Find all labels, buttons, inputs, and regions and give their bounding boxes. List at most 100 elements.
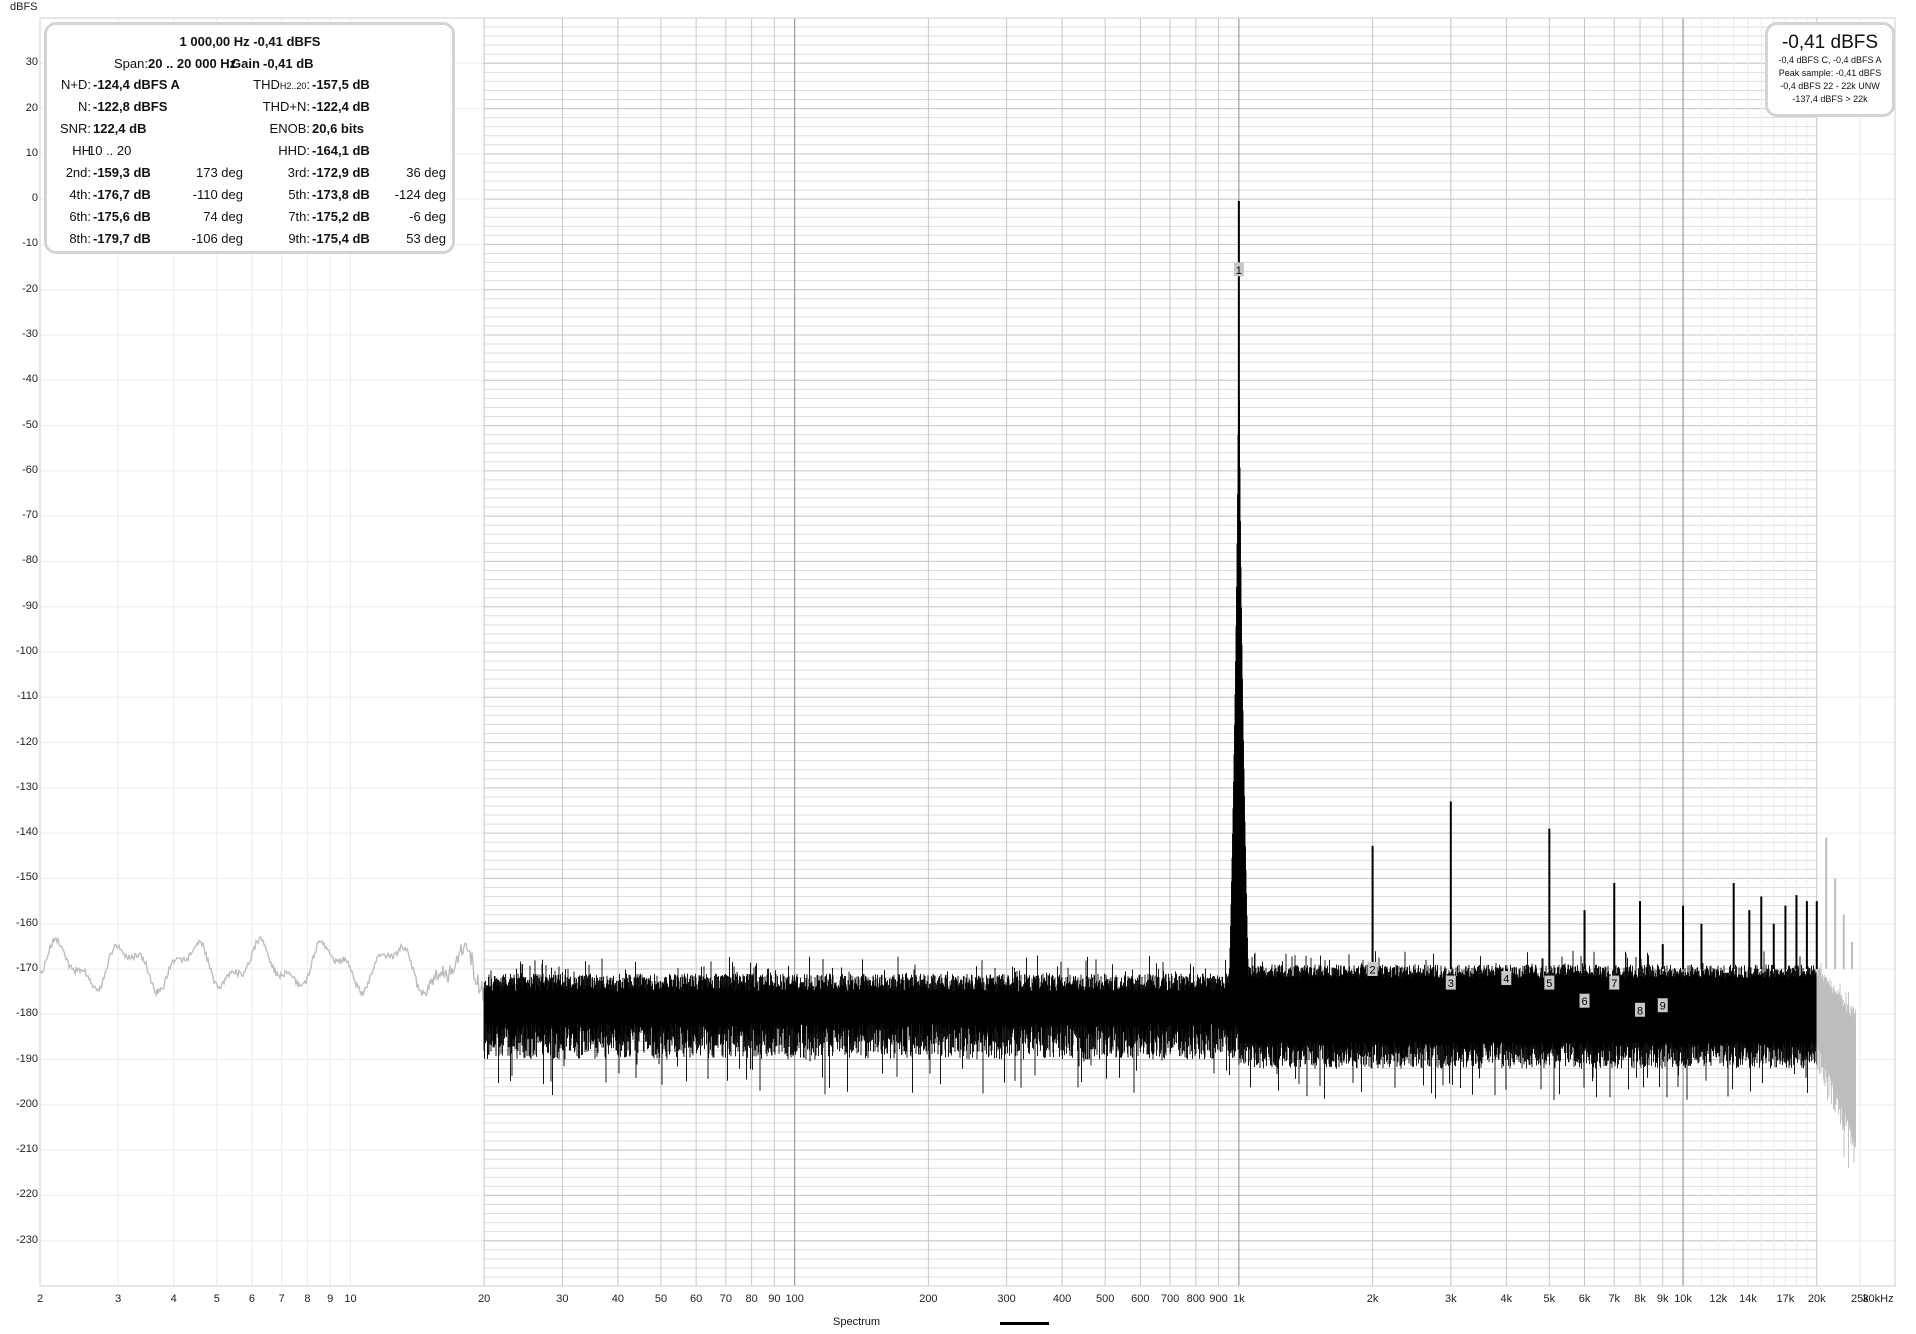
y-tick-label: -140 xyxy=(15,826,38,839)
measurement-info-box[interactable]: 1 000,00 Hz -0,41 dBFS Span: 20 .. 20 00… xyxy=(44,22,455,254)
info-value: -159,3 dB xyxy=(93,165,151,180)
x-tick-label: 20 xyxy=(478,1293,491,1305)
info-label: 9th: xyxy=(288,231,310,246)
x-tick-label: 10 xyxy=(344,1293,357,1305)
info-label: 7th: xyxy=(288,209,310,224)
info-label: 8th: xyxy=(69,231,91,246)
thd-subscript: H2..20 xyxy=(279,81,307,91)
info-value: -164,1 dB xyxy=(312,143,370,158)
info-value: -175,6 dB xyxy=(93,209,151,224)
info-value: -179,7 dB xyxy=(93,231,151,246)
y-tick-label: -230 xyxy=(15,1233,38,1246)
legend-line-swatch xyxy=(1000,1322,1049,1325)
info-value: -124,4 dBFS A xyxy=(93,77,180,92)
y-tick-label: -70 xyxy=(22,509,38,522)
fundamental-marker: 1 xyxy=(1236,265,1242,277)
y-tick-label: -190 xyxy=(15,1052,38,1065)
x-tick-label: 1k xyxy=(1233,1293,1245,1305)
level-line: -0,4 dBFS C, -0,4 dBFS A xyxy=(1778,55,1882,65)
x-tick-label: 3 xyxy=(115,1293,122,1305)
x-tick-label: 600 xyxy=(1131,1293,1150,1305)
info-value: -122,4 dB xyxy=(312,99,370,114)
y-tick-label: -90 xyxy=(22,599,38,612)
y-axis-unit: dBFS xyxy=(10,1,38,13)
info-label: 4th: xyxy=(69,187,91,202)
x-tick-label: 30 xyxy=(556,1293,569,1305)
y-tick-label: -50 xyxy=(22,418,38,431)
y-tick-label: -200 xyxy=(15,1097,38,1110)
info-label: 2nd: xyxy=(65,165,91,180)
y-tick-label: -170 xyxy=(15,962,38,974)
x-tick-label: 9 xyxy=(327,1293,334,1305)
info-label: THDH2..20: xyxy=(253,77,310,94)
info-value: -122,8 dBFS xyxy=(93,99,168,114)
level-main: -0,41 dBFS xyxy=(1781,32,1879,53)
info-value: -176,7 dB xyxy=(93,187,151,202)
y-tick-label: -40 xyxy=(22,373,38,386)
info-value: -157,5 dB xyxy=(312,77,370,92)
y-tick-label: -20 xyxy=(22,282,38,295)
level-line: Peak sample: -0,41 dBFS xyxy=(1778,68,1882,78)
harmonic-marker: 7 xyxy=(1611,978,1617,990)
harmonic-marker: 6 xyxy=(1581,996,1587,1008)
info-value: 122,4 dB xyxy=(93,121,147,136)
harmonic-marker: 5 xyxy=(1546,978,1552,990)
x-tick-label: 17k xyxy=(1776,1293,1795,1305)
x-tick-label: 800 xyxy=(1186,1293,1205,1305)
y-tick-label: -130 xyxy=(15,780,38,793)
legend-label[interactable]: Spectrum xyxy=(833,1316,880,1328)
x-tick-label: 8k xyxy=(1634,1293,1646,1305)
span-label: Span: xyxy=(114,56,148,71)
info-label: SNR: xyxy=(59,121,91,136)
info-label: 5th: xyxy=(288,187,310,202)
x-tick-label: 40 xyxy=(611,1293,625,1305)
info-label: THD+N: xyxy=(262,99,310,114)
info-label: 3rd: xyxy=(287,165,310,180)
y-tick-label: -30 xyxy=(22,328,38,340)
harmonic-marker: 3 xyxy=(1448,978,1454,990)
info-phase: 74 deg xyxy=(203,209,243,224)
y-tick-label: -220 xyxy=(15,1188,38,1201)
x-tick-label: 7k xyxy=(1608,1293,1621,1305)
x-tick-label: 2k xyxy=(1366,1293,1379,1305)
x-tick-label: 500 xyxy=(1095,1293,1115,1305)
x-tick-label: 8 xyxy=(304,1293,311,1305)
x-tick-label: 80 xyxy=(745,1293,758,1305)
y-tick-label: -160 xyxy=(15,916,38,929)
info-phase: -110 deg xyxy=(192,187,243,202)
x-tick-label: 6 xyxy=(248,1293,255,1305)
level-box[interactable]: -0,41 dBFS -0,4 dBFS C, -0,4 dBFS A Peak… xyxy=(1765,22,1895,117)
x-tick-label: 14k xyxy=(1739,1293,1757,1305)
info-label: N: xyxy=(78,99,91,114)
y-tick-label: -60 xyxy=(22,463,38,476)
info-value: -172,9 dB xyxy=(312,165,370,180)
info-label: ENOB: xyxy=(269,121,310,136)
x-tick-label: 700 xyxy=(1160,1293,1180,1305)
info-value: 10 .. 20 xyxy=(88,143,132,158)
y-tick-label: -100 xyxy=(15,645,38,657)
info-phase: -6 deg xyxy=(409,209,446,224)
info-phase: 53 deg xyxy=(406,231,446,246)
spectrum-trace-above-span xyxy=(1816,963,1856,1169)
y-tick-label: 0 xyxy=(31,192,38,205)
level-line: -137,4 dBFS > 22k xyxy=(1792,94,1868,104)
y-tick-label: 10 xyxy=(25,146,38,159)
info-value: 20,6 bits xyxy=(312,121,365,136)
x-tick-label: 12k xyxy=(1709,1293,1728,1305)
info-label: N+D: xyxy=(61,77,91,92)
x-tick-label: 90 xyxy=(768,1293,781,1305)
x-tick-label: 900 xyxy=(1209,1293,1228,1305)
gain-value: -0,41 dB xyxy=(263,56,314,71)
harmonic-marker: 9 xyxy=(1660,1001,1666,1013)
x-tick-label: 100 xyxy=(785,1293,804,1305)
x-tick-label: 6k xyxy=(1578,1293,1591,1305)
harmonic-marker: 4 xyxy=(1503,974,1509,986)
y-tick-label: -180 xyxy=(15,1007,38,1020)
info-phase: -124 deg xyxy=(394,187,446,202)
x-tick-label: 2 xyxy=(36,1293,44,1305)
x-tick-label: 70 xyxy=(719,1293,732,1305)
y-tick-label: 20 xyxy=(25,101,38,114)
harmonic-marker: 8 xyxy=(1637,1005,1643,1017)
info-value: -175,2 dB xyxy=(312,209,370,224)
span-value: 20 .. 20 000 Hz xyxy=(148,56,237,71)
